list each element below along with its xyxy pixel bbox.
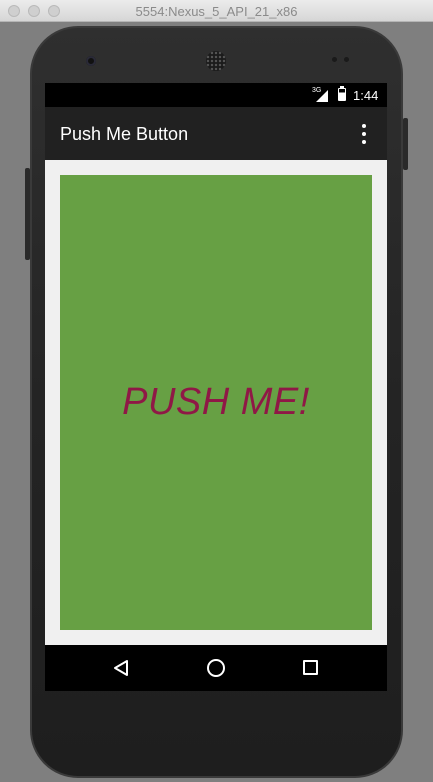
app-bar: Push Me Button [45, 107, 387, 160]
overflow-dot [362, 140, 366, 144]
recents-icon[interactable] [303, 660, 318, 675]
overflow-dot [362, 132, 366, 136]
sensor-icon [344, 57, 349, 62]
front-camera-icon [86, 56, 96, 66]
sensor-icon [332, 57, 337, 62]
content-area: PUSH ME! [45, 160, 387, 645]
power-button[interactable] [403, 118, 408, 170]
status-bar: 3G 1:44 [45, 83, 387, 107]
battery-icon [338, 86, 346, 101]
push-me-label: PUSH ME! [122, 381, 310, 423]
more-vert-icon[interactable] [355, 124, 373, 144]
signal-icon [316, 90, 328, 102]
app-title: Push Me Button [60, 124, 189, 144]
home-icon[interactable] [207, 659, 225, 677]
push-me-button[interactable]: PUSH ME! [60, 175, 372, 630]
device-screen: 3G 1:44 Push Me Button PUSH ME! [45, 83, 387, 691]
status-time: 1:44 [353, 88, 379, 103]
window-title: 5554:Nexus_5_API_21_x86 [135, 4, 298, 19]
emulator-titlebar: 5554:Nexus_5_API_21_x86 [0, 0, 433, 22]
earpiece-speaker-icon [206, 51, 226, 71]
back-icon[interactable] [112, 659, 130, 677]
overflow-dot [362, 124, 366, 128]
navigation-bar [45, 645, 387, 691]
